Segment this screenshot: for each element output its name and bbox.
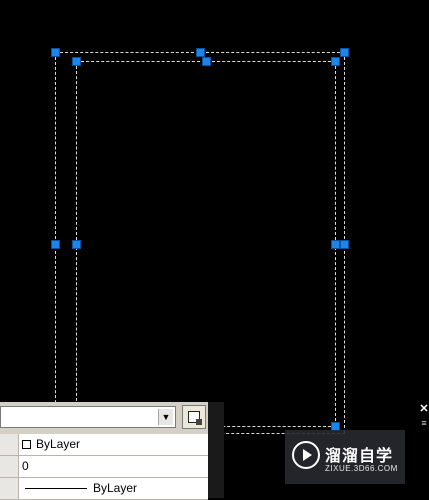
grip-inner-mid-right[interactable] xyxy=(331,240,340,249)
chevron-down-icon[interactable]: ▼ xyxy=(158,409,173,425)
close-icon[interactable]: ✕ xyxy=(418,403,429,415)
grip-inner-mid-left[interactable] xyxy=(72,240,81,249)
watermark: 溜溜自学 ZIXUE.3D66.COM xyxy=(285,430,405,484)
properties-palette: ▼ ✕ ≡ ByLayer 0 ByLayer xyxy=(0,402,429,500)
property-value-color[interactable]: ByLayer xyxy=(22,437,80,451)
property-value-layer[interactable]: 0 xyxy=(22,459,29,473)
watermark-url: ZIXUE.3D66.COM xyxy=(325,464,398,473)
color-swatch-icon xyxy=(22,440,31,449)
grip-outer-top-mid[interactable] xyxy=(196,48,205,57)
property-name-cell xyxy=(0,456,19,477)
grip-outer-top-left[interactable] xyxy=(51,48,60,57)
linetype-value-text: ByLayer xyxy=(93,481,138,495)
grip-inner-top-left[interactable] xyxy=(72,57,81,66)
grip-inner-top-mid[interactable] xyxy=(202,57,211,66)
property-row-color[interactable]: ByLayer xyxy=(0,434,208,456)
quick-select-button[interactable] xyxy=(182,405,206,429)
color-value-text: ByLayer xyxy=(36,437,81,451)
grip-inner-top-right[interactable] xyxy=(331,57,340,66)
grip-outer-mid-right[interactable] xyxy=(340,240,349,249)
watermark-brand: 溜溜自学 xyxy=(325,448,394,465)
object-type-dropdown[interactable]: ▼ xyxy=(0,406,176,428)
property-name-cell xyxy=(0,478,19,499)
play-logo-icon xyxy=(292,441,320,469)
property-row-layer[interactable]: 0 xyxy=(0,456,208,478)
linetype-sample-icon xyxy=(25,488,87,490)
quick-select-icon xyxy=(188,411,202,425)
property-row-linetype[interactable]: ByLayer xyxy=(0,478,208,500)
property-value-linetype[interactable]: ByLayer xyxy=(22,481,137,495)
palette-title-strip[interactable]: ✕ ≡ xyxy=(208,402,429,498)
property-name-cell xyxy=(0,434,19,455)
grip-outer-top-right[interactable] xyxy=(340,48,349,57)
menu-icon[interactable]: ≡ xyxy=(419,418,429,428)
grip-outer-mid-left[interactable] xyxy=(51,240,60,249)
properties-grid: ByLayer 0 ByLayer xyxy=(0,434,208,500)
